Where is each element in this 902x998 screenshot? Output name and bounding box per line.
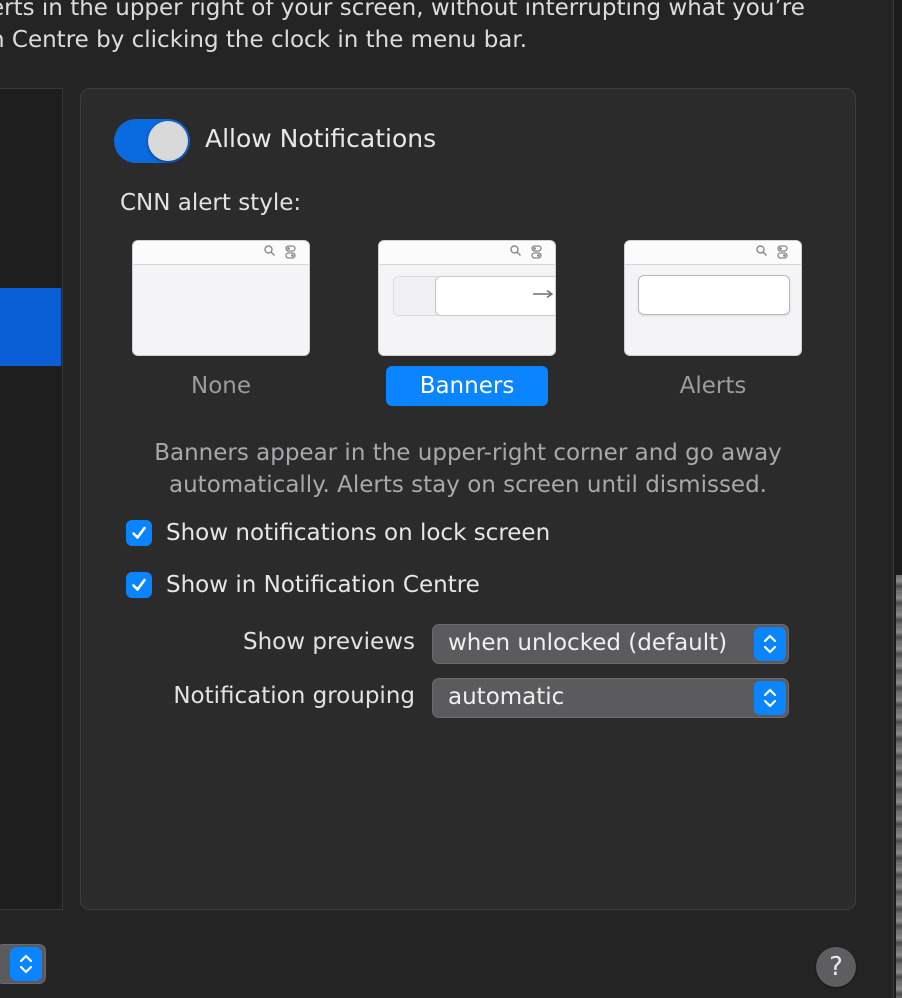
control-centre-icon [531,245,542,259]
control-centre-icon [285,245,296,259]
allow-notifications-label: Allow Notifications [205,124,437,153]
description-line-1: Banners appear in the upper-right corner… [154,440,782,466]
chevron-up-down-icon [763,688,777,708]
banner-ghost-card [393,276,438,316]
alert-style-alerts-label[interactable]: Alerts [632,366,794,406]
search-icon [264,245,275,256]
arrow-right-icon [533,289,554,299]
alert-style-description: Banners appear in the upper-right corner… [120,437,816,501]
preview-menubar [625,241,801,265]
search-icon [756,245,767,256]
alert-style-none-label[interactable]: None [140,366,302,406]
notification-centre-checkbox[interactable] [126,572,152,598]
header-description: erts in the upper right of your screen, … [0,0,880,56]
popup-stepper [754,627,786,661]
notification-centre-checkbox-row[interactable]: Show in Notification Centre [126,570,480,600]
notification-centre-label: Show in Notification Centre [166,572,480,598]
chevron-up-down-icon [19,954,33,974]
control-centre-icon [777,245,788,259]
app-list-selected-row[interactable] [0,288,61,366]
notification-grouping-label: Notification grouping [173,683,415,709]
popup-stepper [754,681,786,715]
sort-order-popup[interactable] [0,944,46,984]
allow-notifications-toggle[interactable] [114,119,190,163]
show-previews-popup[interactable]: when unlocked (default) [432,624,789,664]
show-previews-label: Show previews [242,629,415,655]
popup-stepper [10,947,42,981]
desktop-background-strip [896,575,902,998]
header-line-1: erts in the upper right of your screen, … [0,0,805,21]
notification-grouping-popup[interactable]: automatic [432,678,789,718]
show-previews-value: when unlocked (default) [448,630,728,656]
lock-screen-checkbox[interactable] [126,520,152,546]
description-line-2: automatically. Alerts stay on screen unt… [169,472,767,498]
header-line-2: n Centre by clicking the clock in the me… [0,27,528,53]
alert-style-label: CNN alert style: [120,190,302,216]
lock-screen-label: Show notifications on lock screen [166,520,551,546]
chevron-up-down-icon [763,634,777,654]
checkmark-icon [132,578,146,591]
alert-style-banners-label[interactable]: Banners [386,366,548,406]
alert-style-none-preview[interactable] [132,240,310,356]
alert-style-banners-preview[interactable] [378,240,556,356]
help-button[interactable]: ? [816,947,856,987]
alert-style-alerts-preview[interactable] [624,240,802,356]
checkmark-icon [132,526,146,539]
search-icon [510,245,521,256]
preview-menubar [133,241,309,265]
lock-screen-checkbox-row[interactable]: Show notifications on lock screen [126,518,550,548]
notification-grouping-value: automatic [448,684,565,710]
app-list-panel [0,88,63,910]
toggle-knob [148,121,188,161]
alert-card [638,275,790,315]
banner-card [435,276,555,316]
preview-menubar [379,241,555,265]
